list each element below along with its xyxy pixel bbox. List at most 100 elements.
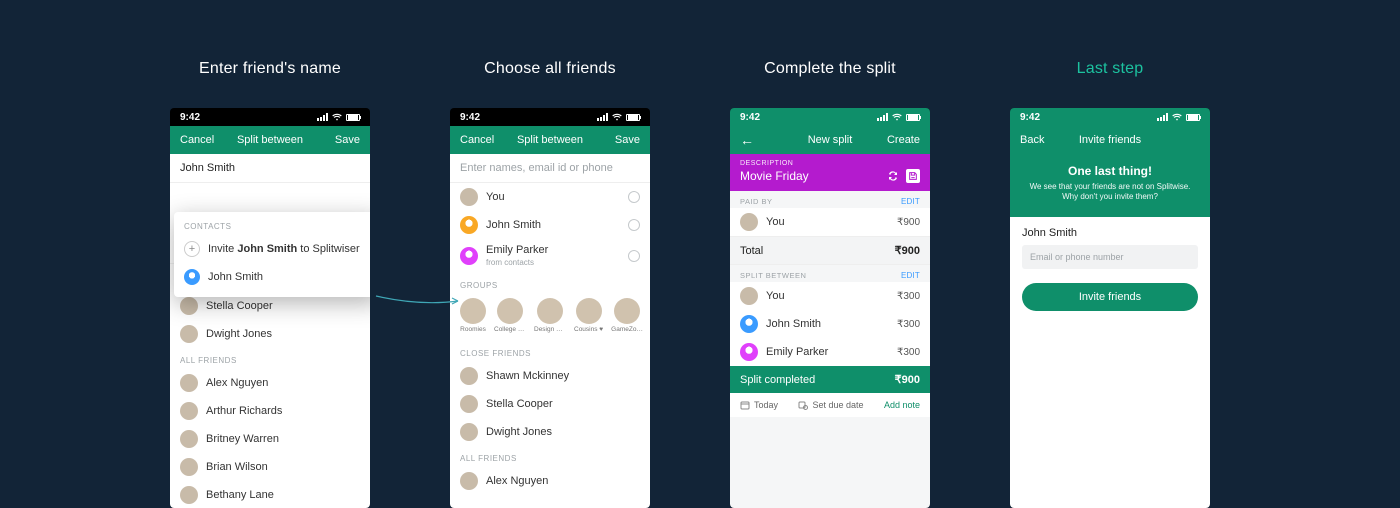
group-item[interactable]: College br... <box>494 298 526 333</box>
invite-name-label: John Smith <box>1010 217 1210 245</box>
paidby-amount: ₹900 <box>897 217 920 228</box>
back-button[interactable]: ← <box>740 133 754 147</box>
group-label: College br... <box>494 326 526 333</box>
split-row[interactable]: You₹300 <box>730 282 930 310</box>
selected-person-row[interactable]: Emily Parkerfrom contacts <box>450 239 650 273</box>
invite-name: John Smith <box>237 243 297 255</box>
addnote-button[interactable]: Add note <box>884 400 920 410</box>
edit-split-link[interactable]: EDIT <box>901 271 920 280</box>
status-icons <box>317 113 360 121</box>
group-avatar-icon <box>614 298 640 324</box>
friend-row[interactable]: Arthur Richards <box>170 397 370 425</box>
header-block: One last thing! We see that your friends… <box>1010 154 1210 217</box>
friend-row[interactable]: Alex Nguyen <box>170 369 370 397</box>
friend-name: Stella Cooper <box>206 300 360 312</box>
person-name: John Smith <box>486 219 628 231</box>
split-row[interactable]: John Smith₹300 <box>730 310 930 338</box>
invite-contact-row[interactable]: + Invite John Smith to Splitwiser <box>174 235 370 263</box>
invite-prefix: Invite <box>208 243 237 255</box>
status-time: 9:42 <box>1020 112 1040 123</box>
invite-contact-input[interactable]: Email or phone number <box>1022 245 1198 269</box>
signal-icon <box>597 113 608 121</box>
caption-2: Choose all friends <box>484 60 616 78</box>
status-bar: 9:42 <box>170 108 370 126</box>
friend-name: Brian Wilson <box>206 461 360 473</box>
paidby-name: You <box>766 216 897 228</box>
remove-icon[interactable] <box>628 219 640 231</box>
person-sub: from contacts <box>486 258 534 267</box>
split-name: Emily Parker <box>766 346 897 358</box>
contact-name: John Smith <box>208 271 370 283</box>
friend-row[interactable]: Dwight Jones <box>170 320 370 348</box>
save-icon[interactable] <box>906 169 920 183</box>
cancel-button[interactable]: Cancel <box>180 134 214 146</box>
avatar-icon <box>460 216 478 234</box>
description-block[interactable]: DESCRIPTION Movie Friday <box>730 154 930 191</box>
invite-friends-button[interactable]: Invite friends <box>1022 283 1198 311</box>
battery-icon <box>626 114 640 121</box>
search-input[interactable]: Enter names, email id or phone <box>450 154 650 183</box>
phone-1: 9:42 Cancel Split between Save John Smit… <box>170 108 370 508</box>
remove-icon[interactable] <box>628 250 640 262</box>
status-time: 9:42 <box>740 112 760 123</box>
group-label: GameZone <box>611 326 643 333</box>
caption-1: Enter friend's name <box>199 60 341 78</box>
groups-strip[interactable]: Roomies College br... Design du... Cousi… <box>450 294 650 341</box>
avatar-icon <box>184 269 200 285</box>
group-label: Design du... <box>534 326 566 333</box>
total-amount: ₹900 <box>895 244 920 257</box>
navbar: Cancel Split between Save <box>170 126 370 154</box>
description-value: Movie Friday <box>740 169 809 183</box>
group-avatar-icon <box>576 298 602 324</box>
group-item[interactable]: GameZone <box>611 298 643 333</box>
avatar-icon <box>180 374 198 392</box>
paidby-row[interactable]: You ₹900 <box>730 208 930 236</box>
duedate-button[interactable]: Set due date <box>798 400 863 410</box>
friend-row[interactable]: Alex Nguyen <box>450 467 650 495</box>
save-button[interactable]: Save <box>615 134 640 146</box>
header-title: One last thing! <box>1026 164 1194 178</box>
navbar: ← New split Create <box>730 126 930 154</box>
group-item[interactable]: Design du... <box>534 298 566 333</box>
group-item[interactable]: Cousins ♥ <box>574 298 603 333</box>
friend-name: Alex Nguyen <box>486 475 640 487</box>
split-complete-label: Split completed <box>740 374 815 386</box>
signal-icon <box>1157 113 1168 121</box>
friend-name: Dwight Jones <box>486 426 640 438</box>
save-button[interactable]: Save <box>335 134 360 146</box>
contacts-section-label: CONTACTS <box>174 218 370 235</box>
group-label: Roomies <box>460 326 486 333</box>
recurring-icon[interactable] <box>886 169 900 183</box>
avatar-icon <box>180 297 198 315</box>
avatar-icon <box>460 472 478 490</box>
contacts-popover: CONTACTS + Invite John Smith to Splitwis… <box>174 212 370 297</box>
friend-row[interactable]: Dwight Jones <box>450 418 650 446</box>
status-bar: 9:42 <box>730 108 930 126</box>
date-label: Today <box>754 400 778 410</box>
split-row[interactable]: Emily Parker₹300 <box>730 338 930 366</box>
header-body: We see that your friends are not on Spli… <box>1026 182 1194 203</box>
total-label: Total <box>740 245 763 257</box>
battery-icon <box>1186 114 1200 121</box>
contact-row[interactable]: John Smith <box>174 263 370 291</box>
remove-icon[interactable] <box>628 191 640 203</box>
date-button[interactable]: Today <box>740 400 778 410</box>
group-label: Cousins ♥ <box>574 326 603 333</box>
avatar-icon <box>460 395 478 413</box>
friend-row[interactable]: Shawn Mckinney <box>450 362 650 390</box>
avatar-icon <box>740 315 758 333</box>
cancel-button[interactable]: Cancel <box>460 134 494 146</box>
status-icons <box>877 113 920 121</box>
back-button[interactable]: Back <box>1020 134 1044 146</box>
friend-row[interactable]: Stella Cooper <box>450 390 650 418</box>
friend-row[interactable]: Britney Warren <box>170 425 370 453</box>
phone-3: 9:42 ← New split Create DESCRIPTION Movi… <box>730 108 930 508</box>
create-button[interactable]: Create <box>887 134 920 146</box>
selected-person-row[interactable]: You <box>450 183 650 211</box>
signal-icon <box>317 113 328 121</box>
selected-person-row[interactable]: John Smith <box>450 211 650 239</box>
friend-row[interactable]: Brian Wilson <box>170 453 370 481</box>
avatar-icon <box>180 402 198 420</box>
edit-paidby-link[interactable]: EDIT <box>901 197 920 206</box>
name-input[interactable]: John Smith <box>170 154 370 183</box>
